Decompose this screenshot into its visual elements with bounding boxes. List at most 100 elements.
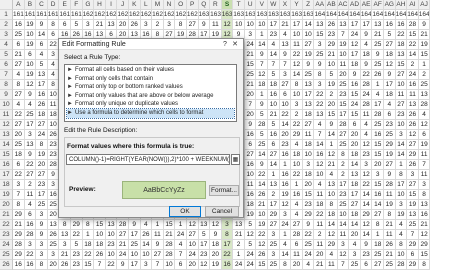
cell[interactable]: 27: [302, 40, 315, 50]
cell[interactable]: 10: [105, 250, 118, 260]
cell[interactable]: 14: [302, 20, 315, 30]
cell[interactable]: 28: [360, 80, 373, 90]
cell[interactable]: 25: [337, 200, 350, 210]
cell[interactable]: 10: [395, 250, 408, 260]
cell[interactable]: 25: [337, 140, 350, 150]
cell[interactable]: 8: [175, 20, 187, 30]
cell[interactable]: 27: [407, 180, 419, 190]
cell[interactable]: 3: [24, 240, 37, 250]
cell[interactable]: 3: [395, 130, 408, 140]
ok-button[interactable]: OK: [169, 206, 201, 217]
cell[interactable]: 24: [349, 100, 361, 110]
cell[interactable]: 23: [395, 110, 408, 120]
cell[interactable]: 16: [372, 130, 384, 140]
cell[interactable]: 28: [395, 260, 408, 270]
cell[interactable]: 3: [36, 210, 48, 220]
cell[interactable]: 10: [291, 160, 303, 170]
cell[interactable]: 25: [372, 250, 384, 260]
cell[interactable]: 24: [407, 70, 419, 80]
cell[interactable]: 17: [221, 240, 234, 250]
column-header[interactable]: T: [233, 0, 245, 10]
cell[interactable]: 22: [314, 100, 327, 110]
cell[interactable]: 10: [24, 60, 37, 70]
cell[interactable]: 11: [395, 90, 408, 100]
column-header[interactable]: G: [82, 0, 95, 10]
cell[interactable]: 10: [302, 150, 315, 160]
cancel-button[interactable]: Cancel: [205, 206, 239, 217]
cell[interactable]: 10: [186, 240, 199, 250]
cell[interactable]: 9: [24, 90, 37, 100]
cell[interactable]: 4: [140, 220, 153, 230]
rule-type-list[interactable]: ► Format all cells based on their values ►…: [64, 64, 237, 122]
cell[interactable]: 1: [256, 30, 269, 40]
cell[interactable]: 8: [314, 70, 327, 80]
cell[interactable]: 28: [372, 110, 384, 120]
cell[interactable]: 9: [210, 230, 222, 240]
cell[interactable]: 13: [47, 220, 60, 230]
cell[interactable]: 1639: [302, 10, 315, 20]
cell[interactable]: 4: [291, 140, 303, 150]
column-header[interactable]: C: [36, 0, 48, 10]
cell[interactable]: 6: [175, 260, 187, 270]
cell[interactable]: 20: [210, 250, 222, 260]
cell[interactable]: 24: [244, 250, 257, 260]
cell[interactable]: 23: [360, 250, 373, 260]
cell[interactable]: 21: [326, 50, 338, 60]
cell[interactable]: 26: [94, 250, 106, 260]
cell[interactable]: 10: [105, 230, 118, 240]
cell[interactable]: 29: [407, 240, 419, 250]
cell[interactable]: 1643: [349, 10, 361, 20]
cell[interactable]: 5: [70, 240, 83, 250]
cell[interactable]: 26: [128, 20, 141, 30]
cell[interactable]: 14: [407, 50, 419, 60]
cell[interactable]: 18: [94, 240, 106, 250]
cell[interactable]: 19: [210, 260, 222, 270]
cell[interactable]: 28: [407, 20, 419, 30]
cell[interactable]: 14: [337, 220, 350, 230]
cell[interactable]: 27: [337, 130, 350, 140]
row-header[interactable]: [0, 0, 13, 10]
cell[interactable]: 2: [291, 110, 303, 120]
cell[interactable]: 3: [47, 250, 60, 260]
cell[interactable]: 3: [349, 250, 361, 260]
cell[interactable]: 14: [360, 200, 373, 210]
cell[interactable]: 5: [244, 240, 257, 250]
cell[interactable]: 7: [337, 30, 350, 40]
cell[interactable]: 6: [59, 20, 71, 30]
cell[interactable]: 8: [13, 200, 25, 210]
cell[interactable]: 25: [372, 40, 384, 50]
cell[interactable]: 22: [291, 50, 303, 60]
cell[interactable]: 14: [36, 30, 48, 40]
cell[interactable]: 27: [268, 150, 280, 160]
cell[interactable]: 1631: [210, 10, 222, 20]
cell[interactable]: 10: [24, 30, 37, 40]
cell[interactable]: 27: [384, 40, 396, 50]
cell[interactable]: 26: [407, 160, 419, 170]
cell[interactable]: 8: [13, 80, 25, 90]
cell[interactable]: 28: [256, 120, 269, 130]
cell[interactable]: 5: [268, 70, 280, 80]
cell[interactable]: 16: [244, 190, 257, 200]
cell[interactable]: 7: [279, 60, 292, 70]
cell[interactable]: 22: [256, 170, 269, 180]
column-header[interactable]: Y: [291, 0, 303, 10]
row-header[interactable]: 25: [0, 250, 13, 260]
row-header[interactable]: 14: [0, 140, 13, 150]
cell[interactable]: 3: [13, 180, 25, 190]
cell[interactable]: 8: [418, 260, 431, 270]
cell[interactable]: 22: [360, 70, 373, 80]
cell[interactable]: 1627: [163, 10, 176, 20]
cell[interactable]: 12: [291, 60, 303, 70]
cell[interactable]: 20: [302, 180, 315, 190]
cell[interactable]: 11: [210, 20, 222, 30]
cell[interactable]: 13: [105, 20, 118, 30]
cell[interactable]: 12: [407, 130, 419, 140]
cell[interactable]: 21: [418, 220, 431, 230]
row-header[interactable]: 7: [0, 70, 13, 80]
cell[interactable]: 16: [349, 80, 361, 90]
column-header[interactable]: I: [105, 0, 118, 10]
cell[interactable]: 18: [372, 240, 384, 250]
cell[interactable]: 29: [268, 210, 280, 220]
rule-type-item[interactable]: ► Use a formula to determine which cells …: [66, 108, 235, 119]
cell[interactable]: 26: [407, 110, 419, 120]
